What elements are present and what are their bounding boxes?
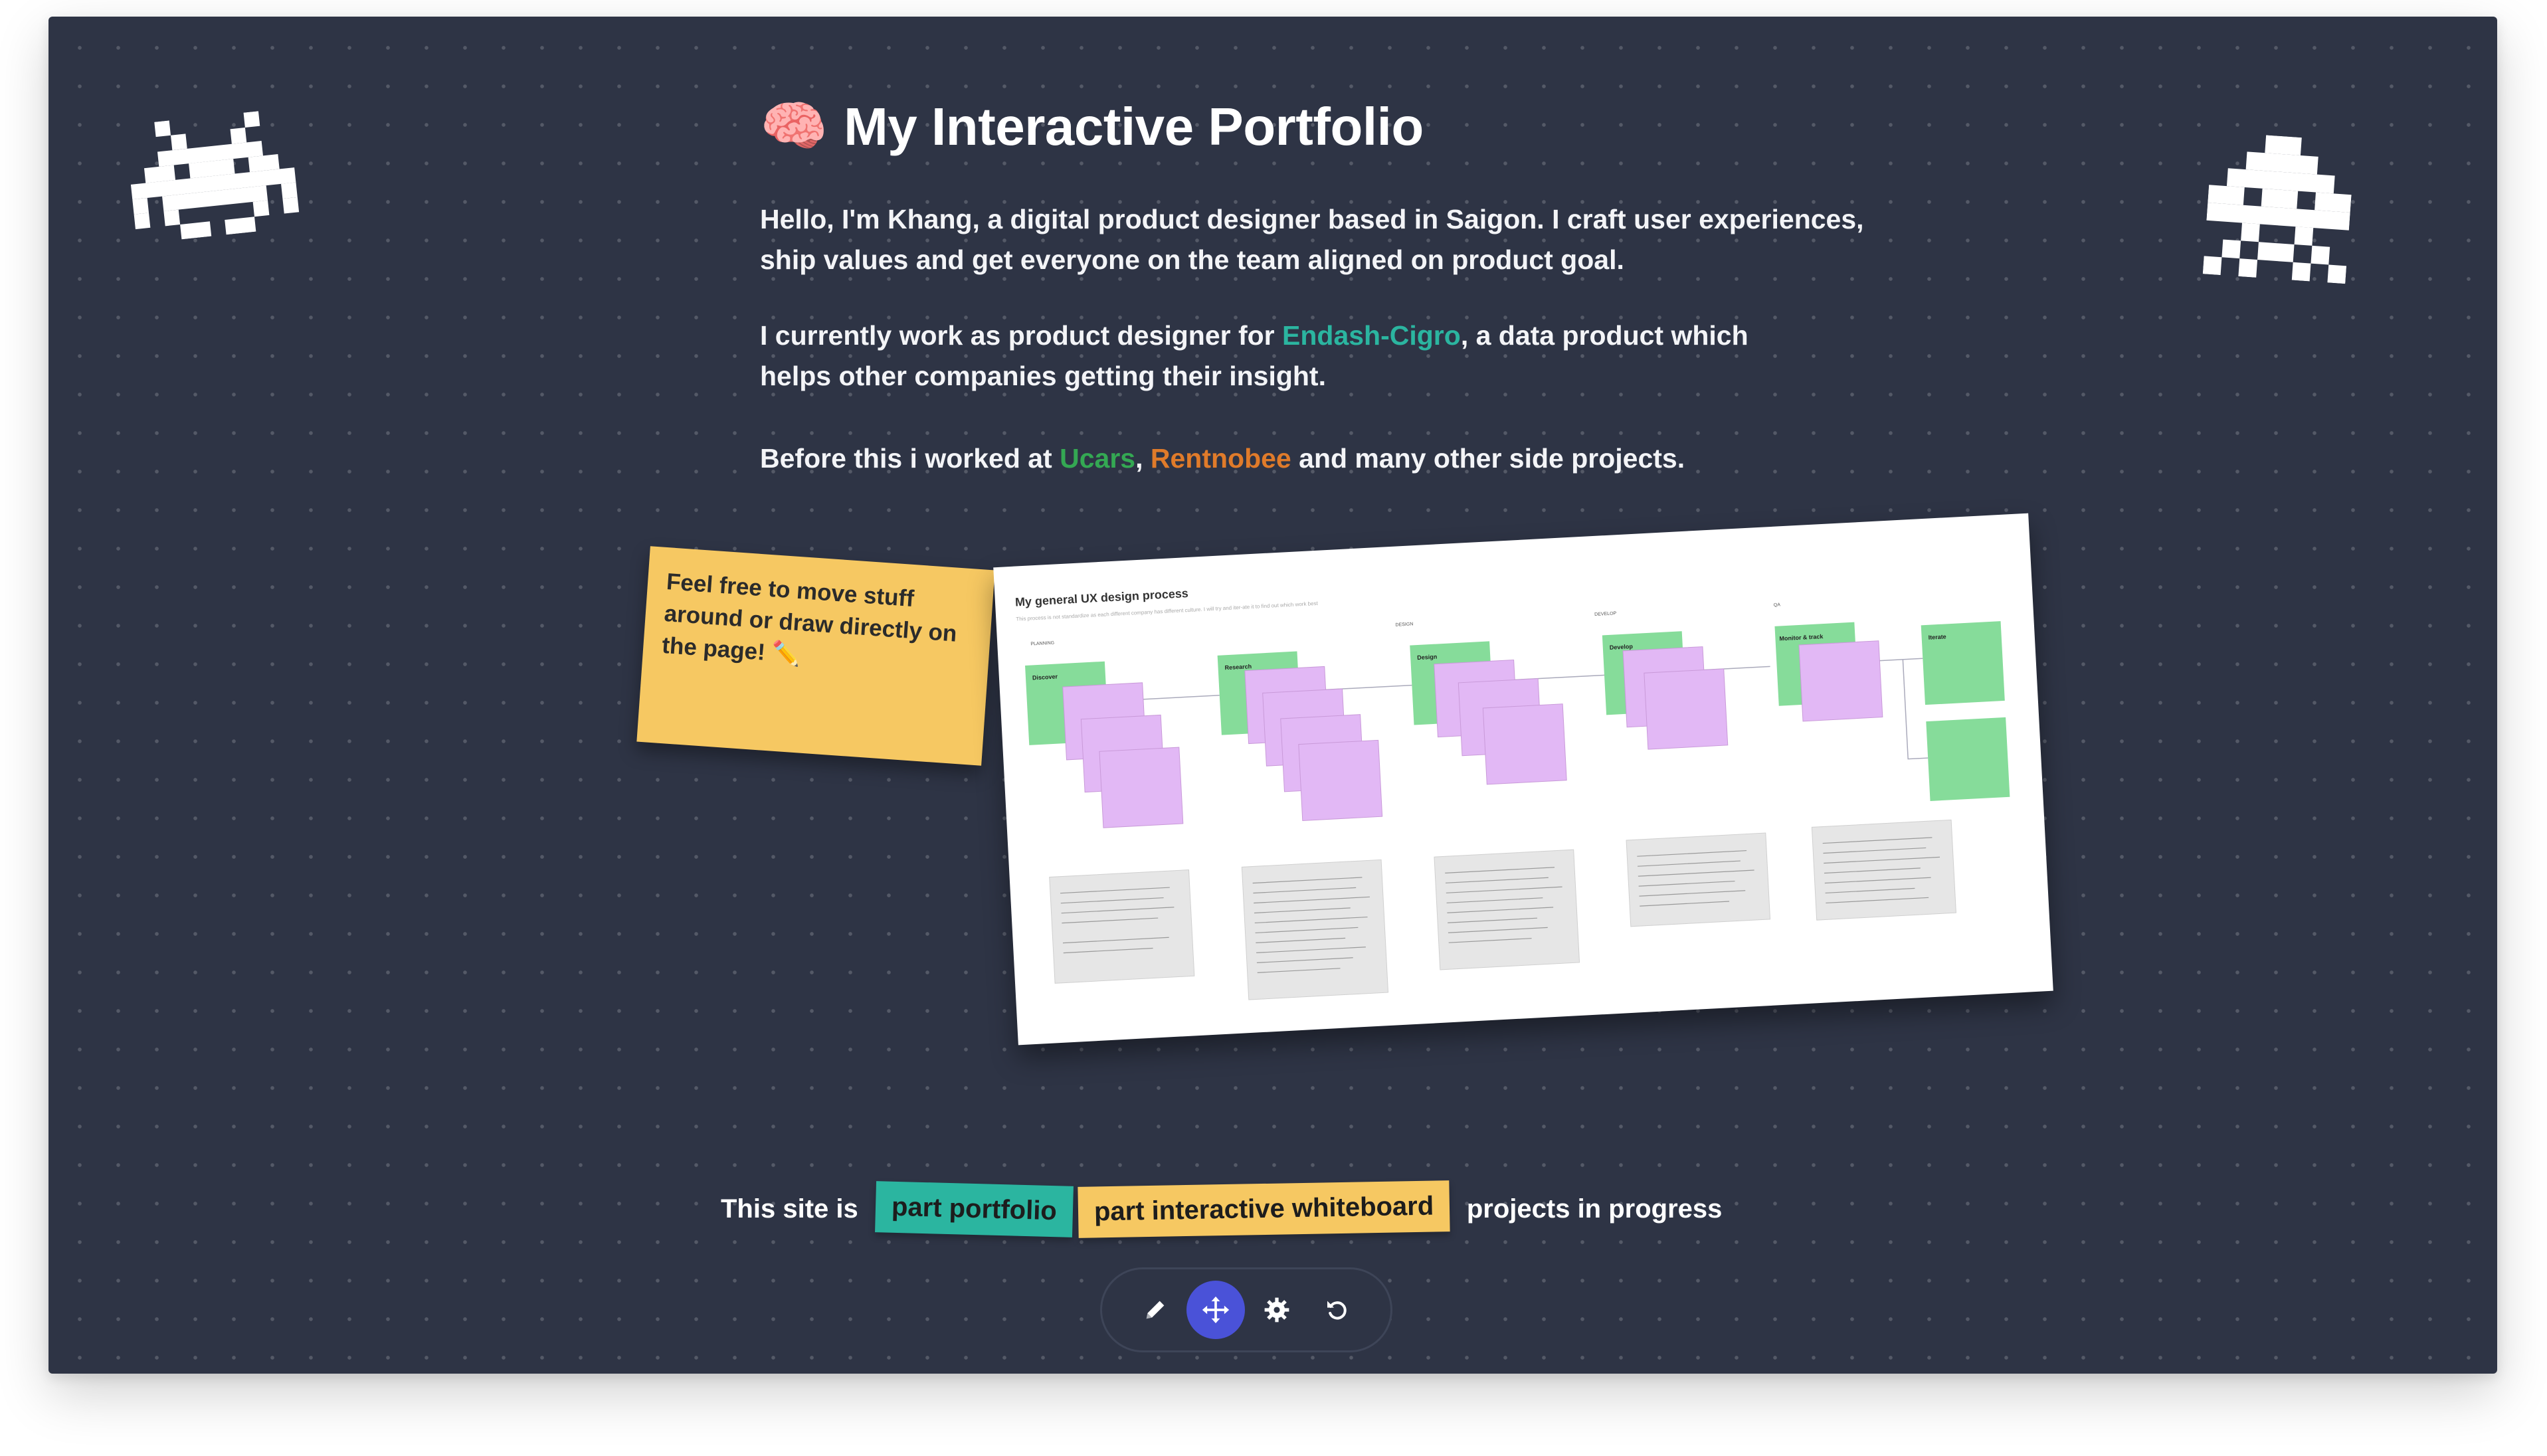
undo-tool-button[interactable] — [1308, 1281, 1367, 1339]
whiteboard-canvas[interactable]: 🧠 My Interactive Portfolio Hello, I'm Kh… — [48, 17, 2497, 1374]
sticky-note[interactable]: Feel free to move stuff around or draw d… — [636, 546, 995, 766]
page-title: My Interactive Portfolio — [844, 97, 1424, 156]
brain-icon: 🧠 — [760, 96, 828, 157]
current-work-paragraph: I currently work as product designer for… — [760, 316, 1823, 397]
diagram-col-header: DEVELOP — [1594, 611, 1617, 617]
move-tool-button[interactable] — [1186, 1281, 1246, 1339]
site-description-tail: projects in progress — [1466, 1194, 1723, 1224]
settings-tool-button[interactable] — [1248, 1281, 1306, 1339]
gear-icon — [1264, 1297, 1289, 1322]
site-description: This site is part portfolio part interac… — [721, 1176, 1722, 1242]
site-description-lead: This site is — [721, 1194, 858, 1224]
whiteboard-tag[interactable]: part interactive whiteboard — [1077, 1180, 1450, 1238]
diagram-col-header: QA — [1774, 602, 1781, 608]
ux-process-diagram[interactable]: My general UX design process This proces… — [993, 513, 2053, 1046]
space-invader-left-icon[interactable] — [124, 108, 301, 244]
endash-cigro-link[interactable]: Endash-Cigro — [1282, 320, 1461, 351]
diagram-title: My general UX design process — [1014, 587, 1188, 609]
diagram-stage-label: Research — [1224, 663, 1252, 671]
current-work-text: I currently work as product designer for — [760, 320, 1283, 351]
pencil-tool-button[interactable] — [1126, 1281, 1184, 1339]
previous-work-paragraph: Before this i worked at Ucars, Rentnobee… — [760, 438, 1823, 479]
diagram-stage-label: Develop — [1610, 643, 1634, 651]
pencil-icon — [1146, 1301, 1165, 1319]
diagram-col-header: PLANNING — [1030, 641, 1054, 647]
rentnobee-link[interactable]: Rentnobee — [1151, 443, 1291, 474]
diagram-stage-label: Iterate — [1928, 633, 1946, 640]
portfolio-tag[interactable]: part portfolio — [874, 1180, 1074, 1237]
tool-bar — [1100, 1267, 1392, 1352]
sticky-note-text: Feel free to move stuff around or draw d… — [661, 569, 958, 668]
space-invader-right-icon[interactable] — [2202, 132, 2355, 284]
separator-text: , — [1135, 443, 1151, 474]
intro-paragraph: Hello, I'm Khang, a digital product desi… — [760, 204, 1864, 275]
diagram-stage-label: Discover — [1032, 673, 1058, 681]
move-icon — [1202, 1296, 1230, 1324]
diagram-stage-label: Design — [1417, 654, 1437, 662]
ucars-link[interactable]: Ucars — [1060, 443, 1135, 474]
previous-work-text: Before this i worked at — [760, 443, 1060, 474]
undo-icon — [1327, 1301, 1347, 1320]
ux-process-diagram-graphic: My general UX design process This proces… — [1014, 587, 2010, 1000]
diagram-col-header: DESIGN — [1395, 622, 1413, 627]
page-header: 🧠 My Interactive Portfolio — [760, 96, 1424, 157]
previous-work-text-end: and many other side projects. — [1291, 443, 1685, 474]
